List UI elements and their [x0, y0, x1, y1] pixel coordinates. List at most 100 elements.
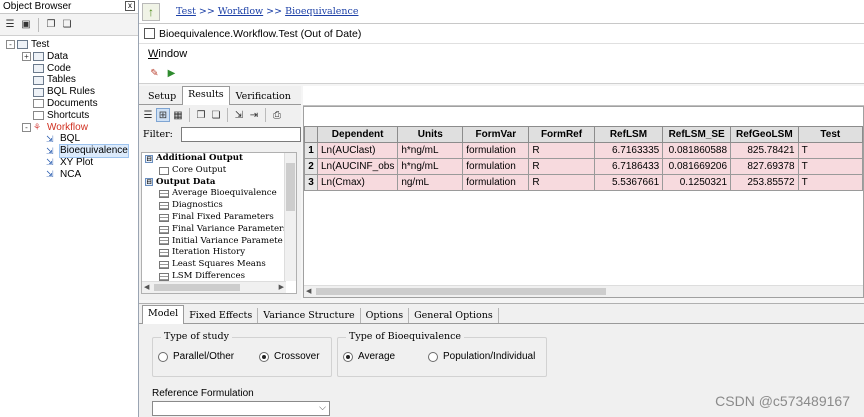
tab-setup[interactable]: Setup	[142, 88, 182, 104]
table-cell[interactable]: 825.78421	[730, 142, 799, 159]
edit-icon[interactable]: ✎	[148, 67, 161, 80]
filter-input[interactable]	[180, 126, 301, 142]
table-cell[interactable]: 6.7186433	[593, 158, 664, 175]
table-cell[interactable]: 5.5367661	[593, 174, 664, 191]
output-item-least-squares-means[interactable]: Least Squares Means	[142, 259, 296, 271]
table-cell[interactable]: R	[528, 142, 595, 159]
scroll-left-icon[interactable]: ◀	[306, 287, 311, 295]
row-number[interactable]: 2	[304, 158, 318, 175]
column-header[interactable]: RefGeoLSM	[730, 126, 799, 143]
radio-button[interactable]	[343, 351, 353, 362]
tab-options[interactable]: Options	[361, 308, 410, 323]
navigate-up-icon[interactable]: ↑	[142, 2, 160, 21]
tree-node-bioequivalence[interactable]: ⇲ Bioequivalence	[0, 144, 138, 158]
output-item-initial-variance-parameters[interactable]: Initial Variance Paramete	[142, 236, 296, 248]
table-cell[interactable]: formulation	[462, 174, 530, 191]
tree-view-icon[interactable]: ⊞	[156, 108, 170, 122]
tree-node-documents[interactable]: Documents	[0, 98, 138, 110]
table-cell[interactable]: h*ng/mL	[397, 158, 464, 175]
breadcrumb-test[interactable]: Test	[176, 6, 196, 17]
reference-formulation-select[interactable]: ⌵	[152, 401, 330, 416]
table-cell[interactable]: Ln(Cmax)	[316, 174, 399, 191]
collapse-toggle-icon[interactable]: -	[6, 40, 15, 50]
radio-parallel-other[interactable]: Parallel/Other	[158, 351, 234, 362]
tree-node-data[interactable]: + Data	[0, 51, 138, 63]
scroll-left-icon[interactable]: ◀	[144, 283, 149, 291]
copy-icon[interactable]: ❐	[194, 108, 208, 122]
output-item-core-output[interactable]: Core Output	[142, 165, 296, 177]
chevron-down-icon[interactable]: ⌵	[319, 402, 326, 413]
tree-node-xy-plot[interactable]: ⇲ XY Plot	[0, 157, 138, 169]
table-cell[interactable]: 0.081860588	[662, 142, 732, 159]
table-row[interactable]: 1 Ln(AUClast) h*ng/mL formulation R 6.71…	[304, 142, 864, 159]
table-cell[interactable]: R	[528, 158, 595, 175]
scrollbar-thumb[interactable]	[286, 163, 295, 211]
column-header[interactable]: Test	[797, 126, 864, 143]
table-cell[interactable]: 827.69378	[730, 158, 799, 175]
tree-node-nca[interactable]: ⇲ NCA	[0, 169, 138, 181]
save-icon[interactable]: ▣	[19, 18, 33, 32]
tree-node-workflow[interactable]: - ⚘ Workflow	[0, 122, 138, 134]
table-cell[interactable]: T	[797, 174, 864, 191]
table-cell[interactable]: formulation	[462, 142, 530, 159]
run-icon[interactable]: ▶	[165, 67, 178, 80]
column-header[interactable]: Units	[397, 126, 464, 143]
radio-button[interactable]	[428, 351, 438, 362]
column-header[interactable]: Dependent	[316, 126, 399, 143]
table-cell[interactable]: R	[528, 174, 595, 191]
menu-window[interactable]: Window	[148, 48, 187, 60]
tab-general-options[interactable]: General Options	[409, 308, 499, 323]
output-item-final-fixed-parameters[interactable]: Final Fixed Parameters	[142, 212, 296, 224]
table-cell[interactable]: T	[797, 142, 864, 159]
table-cell[interactable]: 6.7163335	[593, 142, 664, 159]
results-horizontal-scrollbar[interactable]: ◀	[304, 285, 863, 297]
expand-toggle-icon[interactable]: +	[22, 52, 31, 62]
tree-node-tables[interactable]: Tables	[0, 74, 138, 86]
tab-model[interactable]: Model	[142, 305, 185, 324]
column-header[interactable]: RefLSM_SE	[662, 126, 732, 143]
column-header[interactable]: FormVar	[462, 126, 530, 143]
output-tree-vertical-scrollbar[interactable]	[284, 153, 296, 281]
tab-variance-structure[interactable]: Variance Structure	[258, 308, 361, 323]
close-icon[interactable]: x	[125, 1, 135, 11]
output-group-data[interactable]: ⊟ Output Data	[142, 177, 296, 189]
table-cell[interactable]: 0.081669206	[662, 158, 732, 175]
column-header[interactable]: FormRef	[528, 126, 595, 143]
copy-icon[interactable]: ❐	[44, 18, 58, 32]
collapse-toggle-icon[interactable]: -	[22, 122, 31, 132]
output-item-average-bioequivalence[interactable]: Average Bioequivalence	[142, 188, 296, 200]
export-icon[interactable]: ⇲	[232, 108, 246, 122]
radio-average[interactable]: Average	[343, 351, 395, 362]
collapse-toggle-icon[interactable]: ⊟	[145, 154, 153, 163]
tree-node-bql[interactable]: ⇲ BQL	[0, 133, 138, 145]
collapse-toggle-icon[interactable]: ⊟	[145, 178, 153, 187]
output-tree-horizontal-scrollbar[interactable]: ◀ ▶	[142, 281, 286, 293]
export-to-icon[interactable]: ⇥	[247, 108, 261, 122]
table-cell[interactable]: h*ng/mL	[397, 142, 464, 159]
table-corner-cell[interactable]	[304, 126, 318, 143]
table-cell[interactable]: Ln(AUCINF_obs	[316, 158, 399, 175]
output-item-diagnostics[interactable]: Diagnostics	[142, 200, 296, 212]
tab-fixed-effects[interactable]: Fixed Effects	[184, 308, 259, 323]
table-cell[interactable]: 253.85572	[730, 174, 799, 191]
radio-crossover[interactable]: Crossover	[259, 351, 320, 362]
tab-results[interactable]: Results	[182, 86, 230, 105]
radio-population-individual[interactable]: Population/Individual	[428, 351, 535, 362]
table-cell[interactable]: Ln(AUClast)	[316, 142, 399, 159]
row-number[interactable]: 1	[304, 142, 318, 159]
scrollbar-thumb[interactable]	[154, 284, 240, 291]
table-cell[interactable]: 0.1250321	[662, 174, 732, 191]
paste-icon[interactable]: ❏	[60, 18, 74, 32]
radio-button[interactable]	[259, 351, 269, 362]
table-row[interactable]: 3 Ln(Cmax) ng/mL formulation R 5.5367661…	[304, 174, 864, 191]
breadcrumb-workflow[interactable]: Workflow	[218, 6, 263, 17]
grid-view-icon[interactable]: ▦	[171, 108, 185, 122]
output-item-iteration-history[interactable]: Iteration History	[142, 247, 296, 259]
collapse-icon[interactable]: ☰	[3, 18, 17, 32]
print-icon[interactable]: ⎙	[270, 108, 284, 122]
tree-node-test[interactable]: - Test	[0, 39, 138, 51]
scroll-right-icon[interactable]: ▶	[279, 283, 284, 291]
output-group-additional[interactable]: ⊟ Additional Output	[142, 153, 296, 165]
row-number[interactable]: 3	[304, 174, 318, 191]
paste-icon[interactable]: ❏	[209, 108, 223, 122]
